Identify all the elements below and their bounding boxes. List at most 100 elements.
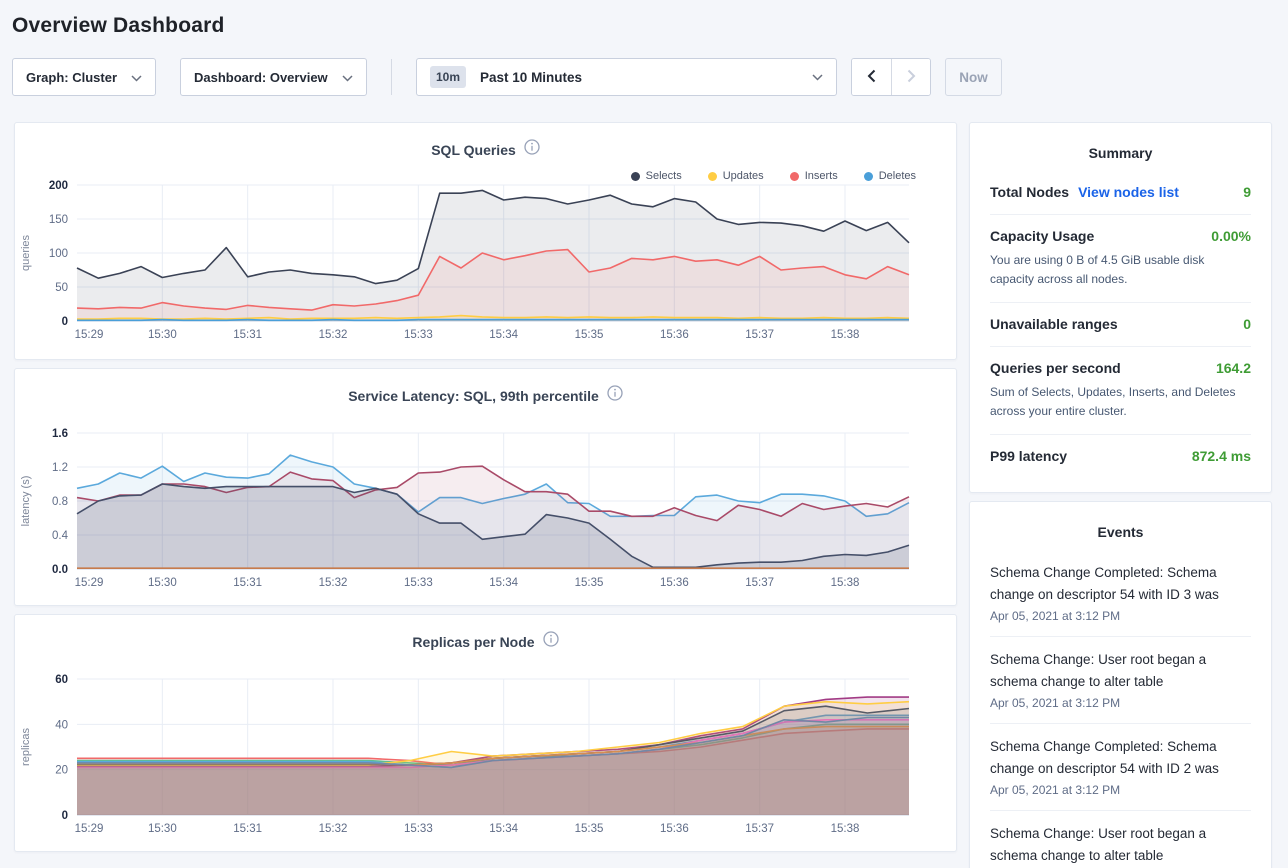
charts-column: SQL Queries SelectsUpdatesInsertsDeletes…	[14, 122, 957, 868]
chevron-left-icon	[865, 68, 879, 87]
svg-text:20: 20	[55, 765, 68, 777]
svg-text:15:38: 15:38	[831, 823, 860, 835]
event-item: Schema Change Completed: Schema change o…	[990, 724, 1251, 811]
svg-text:15:34: 15:34	[489, 329, 518, 341]
svg-text:40: 40	[55, 719, 68, 731]
svg-text:15:33: 15:33	[404, 329, 433, 341]
svg-text:15:38: 15:38	[831, 577, 860, 589]
controls-bar: Graph: Cluster Dashboard: Overview 10m P…	[12, 58, 1276, 96]
event-item: Schema Change Completed: Schema change o…	[990, 550, 1251, 637]
svg-text:queries: queries	[20, 234, 32, 271]
svg-text:0.8: 0.8	[52, 496, 68, 508]
sql-queries-panel: SQL Queries SelectsUpdatesInsertsDeletes…	[14, 122, 957, 360]
time-range-picker[interactable]: 10m Past 10 Minutes	[416, 58, 837, 96]
dashboard-dropdown[interactable]: Dashboard: Overview	[180, 58, 367, 96]
svg-text:1.2: 1.2	[52, 462, 68, 474]
svg-text:0: 0	[62, 316, 68, 328]
chart-title: Service Latency: SQL, 99th percentile	[348, 388, 599, 404]
event-text: Schema Change: User root began a schema …	[990, 823, 1251, 867]
summary-value: 9	[1243, 184, 1251, 200]
svg-text:15:31: 15:31	[233, 329, 262, 341]
info-icon[interactable]	[524, 139, 540, 160]
svg-text:15:38: 15:38	[831, 329, 860, 341]
chevron-right-icon	[904, 68, 918, 87]
info-icon[interactable]	[543, 631, 559, 652]
svg-text:1.6: 1.6	[52, 428, 68, 440]
svg-text:15:36: 15:36	[660, 823, 689, 835]
svg-text:15:30: 15:30	[148, 823, 177, 835]
svg-text:100: 100	[49, 248, 68, 260]
event-time: Apr 05, 2021 at 3:12 PM	[990, 696, 1251, 710]
svg-text:15:36: 15:36	[660, 577, 689, 589]
summary-value: 0	[1243, 316, 1251, 332]
svg-text:15:35: 15:35	[575, 577, 604, 589]
summary-label: Queries per second	[990, 360, 1121, 376]
svg-text:15:33: 15:33	[404, 577, 433, 589]
summary-label: Unavailable ranges	[990, 316, 1118, 332]
svg-text:15:32: 15:32	[319, 823, 348, 835]
event-text: Schema Change: User root began a schema …	[990, 649, 1251, 693]
svg-text:15:35: 15:35	[575, 823, 604, 835]
svg-text:60: 60	[55, 674, 68, 686]
event-text: Schema Change Completed: Schema change o…	[990, 736, 1251, 780]
svg-text:15:34: 15:34	[489, 823, 518, 835]
service-latency-panel: Service Latency: SQL, 99th percentile 0.…	[14, 368, 957, 606]
chevron-down-icon	[342, 70, 353, 85]
summary-row-p99-latency: P99 latency 872.4 ms	[990, 435, 1251, 478]
summary-panel: Summary Total Nodes View nodes list 9 Ca…	[969, 122, 1272, 493]
now-button[interactable]: Now	[945, 58, 1002, 96]
svg-text:150: 150	[49, 214, 68, 226]
svg-text:200: 200	[49, 180, 68, 192]
graph-dropdown-label: Graph: Cluster	[26, 70, 117, 85]
event-time: Apr 05, 2021 at 3:12 PM	[990, 783, 1251, 797]
chart-title: Replicas per Node	[412, 634, 534, 650]
summary-value: 164.2	[1216, 360, 1251, 376]
svg-text:15:30: 15:30	[148, 577, 177, 589]
time-back-button[interactable]	[852, 59, 891, 95]
summary-label: Capacity Usage	[990, 228, 1094, 244]
svg-text:replicas: replicas	[20, 728, 32, 766]
summary-label: Total Nodes	[990, 184, 1069, 200]
dashboard-dropdown-label: Dashboard: Overview	[194, 70, 328, 85]
svg-text:50: 50	[55, 282, 68, 294]
time-pager	[851, 58, 931, 96]
summary-row-qps: Queries per second 164.2 Sum of Selects,…	[990, 347, 1251, 435]
summary-row-total-nodes: Total Nodes View nodes list 9	[990, 171, 1251, 215]
events-panel: Events Schema Change Completed: Schema c…	[969, 501, 1272, 868]
svg-text:15:32: 15:32	[319, 577, 348, 589]
svg-text:15:29: 15:29	[75, 329, 104, 341]
time-range-label: Past 10 Minutes	[480, 70, 812, 85]
event-time: Apr 05, 2021 at 3:12 PM	[990, 609, 1251, 623]
svg-text:0.4: 0.4	[52, 530, 69, 542]
time-forward-button[interactable]	[891, 59, 930, 95]
page-header: Overview Dashboard	[0, 0, 1288, 38]
side-column: Summary Total Nodes View nodes list 9 Ca…	[969, 122, 1272, 868]
svg-text:15:37: 15:37	[745, 577, 774, 589]
divider	[391, 59, 392, 95]
info-icon[interactable]	[607, 385, 623, 406]
svg-text:15:32: 15:32	[319, 329, 348, 341]
svg-text:0: 0	[62, 810, 68, 822]
replicas-per-node-chart[interactable]: 020406015:2915:3015:3115:3215:3315:3415:…	[15, 673, 956, 845]
main-content: SQL Queries SelectsUpdatesInsertsDeletes…	[14, 122, 1274, 868]
view-nodes-list-link[interactable]: View nodes list	[1078, 184, 1179, 200]
summary-row-capacity-usage: Capacity Usage 0.00% You are using 0 B o…	[990, 215, 1251, 303]
summary-title: Summary	[990, 137, 1251, 171]
summary-subtext: Sum of Selects, Updates, Inserts, and De…	[990, 383, 1251, 420]
summary-row-unavailable-ranges: Unavailable ranges 0	[990, 303, 1251, 347]
sql-queries-chart[interactable]: 05010015020015:2915:3015:3115:3215:3315:…	[15, 179, 956, 351]
events-title: Events	[990, 516, 1251, 550]
svg-text:15:37: 15:37	[745, 823, 774, 835]
chevron-down-icon	[812, 68, 823, 86]
event-item: Schema Change: User root began a schema …	[990, 637, 1251, 724]
svg-text:15:34: 15:34	[489, 577, 518, 589]
summary-subtext: You are using 0 B of 4.5 GiB usable disk…	[990, 251, 1251, 288]
graph-dropdown[interactable]: Graph: Cluster	[12, 58, 156, 96]
summary-value: 0.00%	[1211, 228, 1251, 244]
time-range-badge: 10m	[430, 66, 466, 88]
event-text: Schema Change Completed: Schema change o…	[990, 562, 1251, 606]
page-title: Overview Dashboard	[12, 14, 1276, 38]
replicas-per-node-panel: Replicas per Node 020406015:2915:3015:31…	[14, 614, 957, 852]
svg-text:15:35: 15:35	[575, 329, 604, 341]
service-latency-chart[interactable]: 0.00.40.81.21.615:2915:3015:3115:3215:33…	[15, 427, 956, 599]
